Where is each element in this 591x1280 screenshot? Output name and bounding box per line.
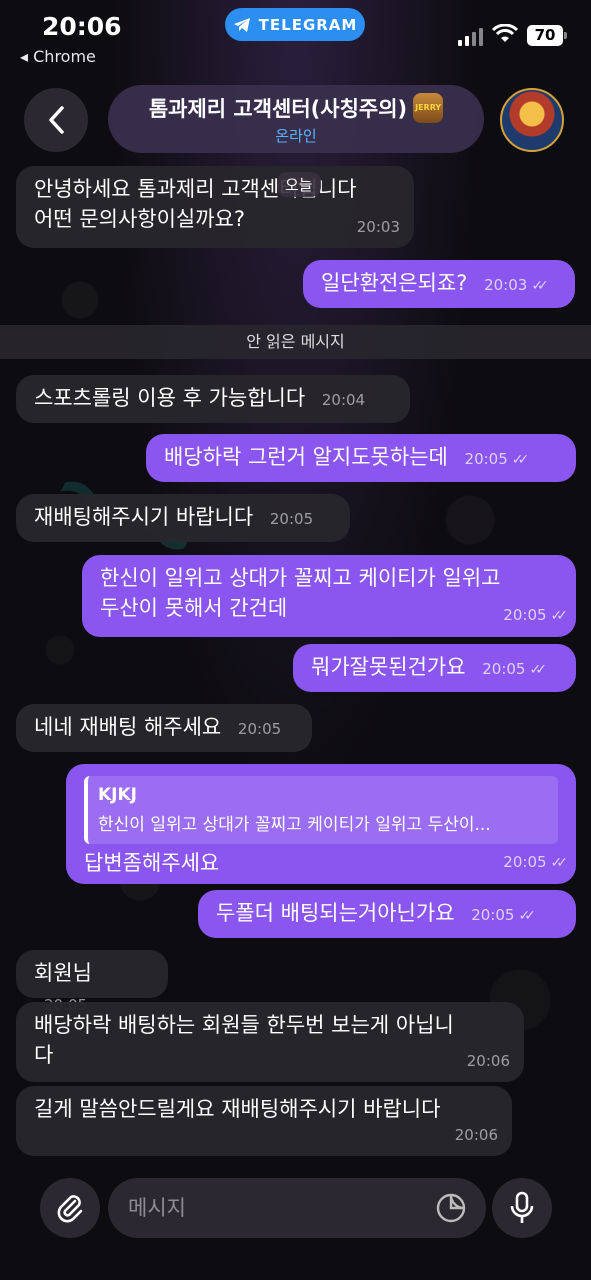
message-bubble[interactable]: 일단환전은되죠? 20:03 ✓✓ bbox=[303, 260, 575, 308]
status-time: 20:06 bbox=[42, 12, 122, 41]
cellular-signal-icon bbox=[458, 28, 483, 46]
back-to-app-link[interactable]: ◂ Chrome bbox=[20, 47, 96, 66]
message-time: 20:05 bbox=[464, 450, 508, 468]
reply-excerpt: 한신이 일위고 상대가 꼴찌고 케이티가 일위고 두산이... bbox=[98, 815, 491, 835]
back-chevron-icon bbox=[49, 106, 64, 134]
message-bubble[interactable]: 스포츠롤링 이용 후 가능합니다 20:04 bbox=[16, 375, 410, 423]
battery-indicator: 70 bbox=[527, 25, 567, 46]
message-text: 뭐가잘못된건가요 bbox=[311, 655, 466, 679]
jerry-emoji-badge: JERRY bbox=[413, 93, 444, 123]
back-app-label: Chrome bbox=[33, 47, 96, 66]
message-text: 배당하락 그런거 알지도못하는데 bbox=[164, 445, 448, 469]
message-text: 회원님 bbox=[34, 961, 92, 985]
sticker-icon[interactable] bbox=[435, 1192, 467, 1224]
read-checks-icon: ✓✓ bbox=[511, 452, 530, 468]
reply-author: KJKJ bbox=[98, 785, 137, 805]
message-bubble[interactable]: 한신이 일위고 상대가 꼴찌고 케이티가 일위고 두산이 못해서 간건데 20:… bbox=[82, 555, 576, 637]
message-text: 일단환전은되죠? bbox=[321, 271, 468, 295]
message-time: 20:06 bbox=[466, 1052, 510, 1070]
message-time: 20:05 bbox=[503, 606, 547, 624]
message-bubble[interactable]: 두폴더 배팅되는거아닌가요 20:05 ✓✓ bbox=[198, 890, 576, 938]
message-text: 두산이 못해서 간건데 bbox=[100, 596, 288, 620]
telegram-pill[interactable]: TELEGRAM bbox=[225, 8, 365, 41]
message-time: 20:05 bbox=[269, 510, 314, 528]
message-bubble[interactable]: 재배팅해주시기 바랍니다 20:05 bbox=[16, 494, 350, 542]
message-text: 네네 재배팅 해주세요 bbox=[34, 715, 222, 739]
unread-divider: 안 읽은 메시지 bbox=[0, 325, 591, 359]
message-bubble[interactable]: 배당하락 그런거 알지도못하는데 20:05 ✓✓ bbox=[146, 434, 576, 482]
read-checks-icon: ✓✓ bbox=[518, 908, 536, 924]
message-time: 20:05 bbox=[471, 906, 515, 924]
attach-paperclip-icon bbox=[57, 1195, 83, 1223]
voice-message-button[interactable] bbox=[492, 1178, 552, 1238]
message-text: 어떤 문의사항이실까요? bbox=[34, 207, 246, 231]
telegram-icon bbox=[233, 17, 250, 32]
message-text: 안녕하세요 톰과제리 고객센터입니다 bbox=[34, 177, 357, 201]
message-time: 20:05 bbox=[237, 720, 282, 738]
message-bubble[interactable]: 배당하락 배팅하는 회원들 한두번 보는게 아닙니 다 20:06 bbox=[16, 1002, 524, 1082]
read-checks-icon: ✓✓ bbox=[529, 662, 547, 678]
chat-avatar[interactable] bbox=[500, 88, 564, 152]
message-text: 재배팅해주시기 바랍니다 bbox=[34, 505, 254, 529]
microphone-icon bbox=[510, 1191, 534, 1223]
message-text: 배당하락 배팅하는 회원들 한두번 보는게 아닙니 bbox=[34, 1013, 454, 1037]
chat-status: 온라인 bbox=[275, 127, 317, 145]
message-time: 20:03 bbox=[356, 218, 400, 236]
message-bubble[interactable]: 네네 재배팅 해주세요 20:05 bbox=[16, 704, 312, 752]
status-bar: 20:06 ◂ Chrome TELEGRAM 70 bbox=[0, 0, 591, 70]
chat-title-pill[interactable]: 톰과제리 고객센터(사칭주의) JERRY 온라인 bbox=[108, 85, 484, 153]
message-time: 20:05 bbox=[503, 853, 547, 871]
telegram-pill-label: TELEGRAM bbox=[258, 15, 358, 34]
message-input[interactable] bbox=[108, 1178, 486, 1238]
read-checks-icon: ✓✓ bbox=[550, 855, 569, 871]
message-bubble[interactable]: 회원님 20:05 bbox=[16, 950, 168, 1014]
message-bubble[interactable]: 길게 말씀안드릴게요 재배팅해주시기 바랍니다 20:06 bbox=[16, 1086, 512, 1156]
message-bubble[interactable]: 뭐가잘못된건가요 20:05 ✓✓ bbox=[293, 644, 576, 692]
attach-button[interactable] bbox=[40, 1178, 100, 1238]
message-time: 20:04 bbox=[321, 391, 366, 409]
message-time: 20:05 bbox=[482, 660, 526, 678]
message-text: 한신이 일위고 상대가 꼴찌고 케이티가 일위고 bbox=[100, 566, 501, 590]
reply-quote[interactable]: KJKJ 한신이 일위고 상대가 꼴찌고 케이티가 일위고 두산이... bbox=[84, 776, 558, 844]
message-time: 20:06 bbox=[454, 1126, 498, 1144]
floating-date-badge: 오늘 bbox=[277, 172, 321, 197]
message-bubble[interactable]: 안녕하세요 톰과제리 고객센터입니다 어떤 문의사항이실까요? 20:03 bbox=[16, 166, 414, 248]
back-button[interactable] bbox=[24, 88, 88, 152]
message-time: 20:03 bbox=[484, 276, 528, 294]
message-bubble-reply[interactable]: KJKJ 한신이 일위고 상대가 꼴찌고 케이티가 일위고 두산이... 답변좀… bbox=[66, 764, 576, 884]
read-checks-icon: ✓✓ bbox=[550, 608, 569, 624]
chat-title: 톰과제리 고객센터(사칭주의) bbox=[148, 97, 408, 121]
message-text: 다 bbox=[34, 1043, 54, 1067]
message-text: 답변좀해주세요 bbox=[84, 851, 220, 875]
read-checks-icon: ✓✓ bbox=[531, 278, 549, 294]
wifi-icon bbox=[492, 24, 518, 42]
message-text: 두폴더 배팅되는거아닌가요 bbox=[216, 901, 455, 925]
message-text: 스포츠롤링 이용 후 가능합니다 bbox=[34, 386, 306, 410]
message-text: 길게 말씀안드릴게요 재배팅해주시기 바랍니다 bbox=[34, 1097, 441, 1121]
